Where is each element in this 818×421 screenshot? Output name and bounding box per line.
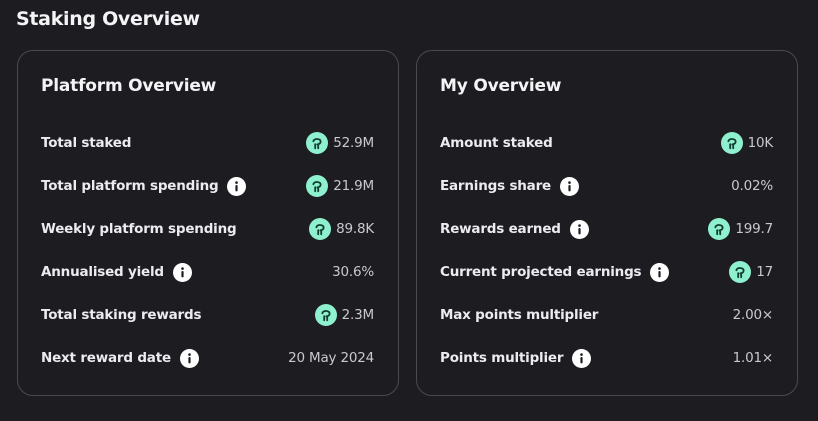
my-row-rewards-earned: Rewards earned 199.7	[440, 217, 773, 241]
token-icon	[729, 261, 752, 283]
platform-overview-card: Platform Overview Total staked 52.9M Tot…	[17, 50, 399, 396]
row-value: 52.9M	[333, 135, 374, 151]
row-label: Total staked	[41, 135, 132, 151]
row-value: 89.8K	[336, 221, 374, 237]
my-overview-card: My Overview Amount staked 10K Earnings s…	[416, 50, 798, 396]
token-icon	[314, 304, 337, 326]
token-icon	[720, 132, 743, 154]
my-row-max-points-multiplier: Max points multiplier 2.00×	[440, 303, 773, 327]
row-value: 30.6%	[332, 264, 374, 280]
row-value: 2.00×	[732, 307, 774, 323]
row-label: Amount staked	[440, 135, 553, 151]
info-icon[interactable]	[179, 348, 199, 368]
info-icon[interactable]	[560, 176, 580, 196]
row-value: 21.9M	[333, 178, 374, 194]
page-title: Staking Overview	[16, 8, 200, 30]
row-label: Earnings share	[440, 178, 552, 194]
row-value: 10K	[747, 135, 774, 151]
info-icon[interactable]	[172, 262, 192, 282]
row-value: 199.7	[735, 221, 773, 237]
platform-overview-title: Platform Overview	[41, 76, 217, 96]
row-value: 2.3M	[341, 307, 375, 323]
row-label: Points multiplier	[440, 350, 564, 366]
row-label: Current projected earnings	[440, 264, 642, 280]
token-icon	[306, 175, 329, 197]
row-label: Annualised yield	[41, 264, 164, 280]
row-value: 17	[756, 264, 773, 280]
platform-row-total-staked: Total staked 52.9M	[41, 131, 374, 155]
platform-row-weekly-platform-spending: Weekly platform spending 89.8K	[41, 217, 374, 241]
row-value: 20 May 2024	[288, 350, 374, 366]
platform-row-next-reward-date: Next reward date 20 May 2024	[41, 346, 374, 370]
platform-row-total-platform-spending: Total platform spending 21.9M	[41, 174, 374, 198]
info-icon[interactable]	[569, 219, 589, 239]
token-icon	[306, 132, 329, 154]
row-label: Max points multiplier	[440, 307, 599, 323]
my-row-current-projected-earnings: Current projected earnings 17	[440, 260, 773, 284]
my-row-points-multiplier: Points multiplier 1.01×	[440, 346, 773, 370]
info-icon[interactable]	[650, 262, 670, 282]
row-label: Rewards earned	[440, 221, 561, 237]
platform-row-total-staking-rewards: Total staking rewards 2.3M	[41, 303, 374, 327]
token-icon	[708, 218, 731, 240]
info-icon[interactable]	[572, 348, 592, 368]
row-value: 1.01×	[732, 350, 774, 366]
my-row-earnings-share: Earnings share 0.02%	[440, 174, 773, 198]
info-icon[interactable]	[227, 176, 247, 196]
row-value: 0.02%	[731, 178, 773, 194]
row-label: Total platform spending	[41, 178, 219, 194]
row-label: Total staking rewards	[41, 307, 202, 323]
row-label: Weekly platform spending	[41, 221, 237, 237]
my-overview-title: My Overview	[440, 76, 562, 96]
my-row-amount-staked: Amount staked 10K	[440, 131, 773, 155]
token-icon	[309, 218, 332, 240]
row-label: Next reward date	[41, 350, 171, 366]
platform-row-annualised-yield: Annualised yield 30.6%	[41, 260, 374, 284]
